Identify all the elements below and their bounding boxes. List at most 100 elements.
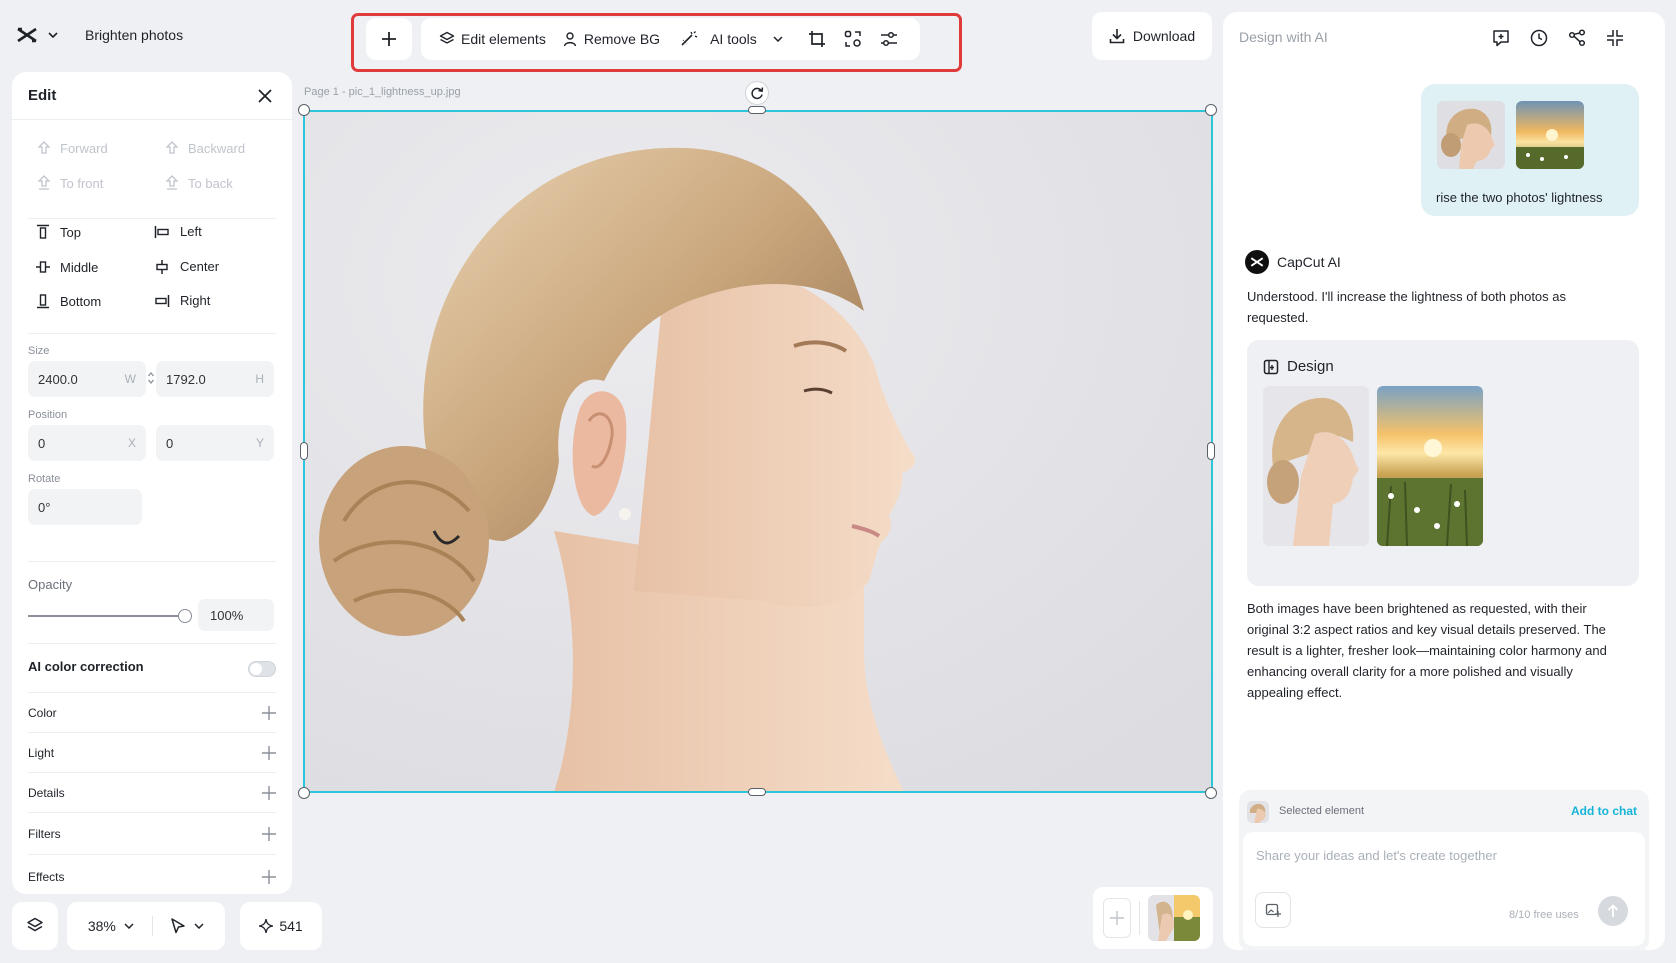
add-image-icon [1265, 902, 1281, 918]
attached-image-portrait[interactable] [1437, 101, 1505, 169]
close-edit-panel-button[interactable] [255, 86, 275, 106]
rotate-handle[interactable] [745, 81, 769, 105]
app-logo[interactable] [16, 20, 72, 50]
capcut-logo-icon [16, 26, 38, 44]
share-nodes-icon [1565, 26, 1589, 50]
resize-handle-bottom-left[interactable] [298, 787, 310, 799]
rotate-field[interactable]: 0° [28, 489, 142, 525]
align-right-button[interactable]: Right [154, 293, 210, 308]
to-front-label: To front [60, 175, 104, 191]
credits-button[interactable]: 541 [240, 902, 322, 950]
backward-label: Backward [188, 140, 246, 156]
send-button[interactable] [1598, 896, 1628, 926]
align-middle-button[interactable]: Middle [36, 259, 98, 275]
credits-count: 541 [279, 918, 303, 934]
lock-ratio-button[interactable] [147, 370, 155, 391]
align-center-button[interactable]: Center [154, 259, 219, 274]
plus-icon [262, 785, 276, 800]
position-y-field[interactable]: 0 Y [156, 425, 274, 461]
resize-handle-bottom-right[interactable] [1205, 787, 1217, 799]
resize-handle-left[interactable] [300, 442, 308, 460]
details-section[interactable]: Details [28, 772, 276, 812]
plus-icon [1110, 911, 1124, 925]
opacity-slider-handle[interactable] [178, 609, 192, 623]
chevron-down-icon [194, 923, 204, 929]
to-front-icon [36, 175, 52, 191]
chat-input[interactable] [1256, 848, 1626, 863]
page-thumbnails [1093, 887, 1213, 949]
attached-image-sunset[interactable] [1516, 101, 1584, 169]
add-page-button[interactable] [1103, 898, 1131, 938]
selected-element-thumbnail [1247, 801, 1269, 823]
light-section-label: Light [28, 745, 55, 760]
height-field[interactable]: 1792.0 H [156, 361, 274, 397]
cursor-pointer-icon [170, 918, 186, 934]
ai-color-correction-toggle[interactable] [248, 661, 276, 677]
design-icon [1263, 359, 1279, 375]
forward-label: Forward [60, 140, 108, 156]
width-field[interactable]: 2400.0 W [28, 361, 146, 397]
opacity-field[interactable]: 100% [198, 599, 274, 631]
height-unit: H [255, 372, 264, 386]
attach-image-button[interactable] [1255, 892, 1291, 928]
align-middle-label: Middle [60, 259, 99, 275]
download-button[interactable]: Download [1092, 12, 1212, 60]
collapse-panel-button[interactable] [1603, 26, 1627, 50]
assistant-name: CapCut AI [1277, 254, 1341, 270]
sparkle-icon [259, 919, 274, 933]
download-label: Download [1132, 28, 1196, 44]
rotate-label: Rotate [28, 473, 61, 485]
resize-handle-bottom[interactable] [748, 788, 766, 796]
align-bottom-icon [36, 293, 50, 309]
light-section[interactable]: Light [28, 732, 276, 772]
capcut-logo-icon [1245, 250, 1269, 274]
page-thumbnail[interactable] [1148, 895, 1200, 941]
to-back-button[interactable]: To back [164, 175, 233, 191]
y-unit: Y [255, 436, 264, 450]
align-left-label: Left [180, 224, 202, 239]
filters-section[interactable]: Filters [28, 812, 276, 854]
assistant-header: CapCut AI [1245, 250, 1341, 274]
result-image-portrait[interactable] [1263, 386, 1369, 546]
align-bottom-label: Bottom [60, 293, 102, 309]
result-image-sunset[interactable] [1377, 386, 1483, 546]
backward-button[interactable]: Backward [164, 140, 245, 156]
effects-section[interactable]: Effects [28, 854, 276, 894]
layer-backward-icon [164, 140, 180, 156]
user-message-bubble: rise the two photos' lightness [1421, 84, 1639, 216]
align-right-icon [154, 294, 170, 308]
color-section[interactable]: Color [28, 692, 276, 732]
resize-handle-top-right[interactable] [1205, 104, 1217, 116]
rotate-value: 0° [38, 499, 51, 515]
zoom-value: 38% [87, 918, 116, 934]
opacity-slider-track[interactable] [28, 615, 185, 617]
align-left-button[interactable]: Left [154, 224, 202, 239]
to-back-label: To back [188, 175, 233, 191]
resize-handle-right[interactable] [1207, 442, 1215, 460]
plus-icon [262, 826, 276, 841]
y-value: 0 [166, 435, 174, 451]
zoom-dropdown[interactable]: 38% [88, 918, 134, 934]
resize-handle-top-left[interactable] [298, 104, 310, 116]
align-top-button[interactable]: Top [36, 224, 81, 240]
arrow-up-icon [1607, 904, 1619, 918]
forward-button[interactable]: Forward [36, 140, 108, 156]
design-with-ai-panel: Design with AI rise the two photos' ligh… [1223, 12, 1665, 950]
position-x-field[interactable]: 0 X [28, 425, 146, 461]
align-bottom-button[interactable]: Bottom [36, 293, 101, 309]
plus-icon [262, 869, 276, 884]
layer-forward-icon [36, 140, 52, 156]
selected-element-label: Selected element [1279, 805, 1364, 817]
layers-button[interactable] [12, 902, 58, 950]
rotate-icon [750, 86, 764, 100]
add-to-chat-link[interactable]: Add to chat [1571, 804, 1637, 818]
new-chat-button[interactable] [1489, 26, 1513, 50]
to-front-button[interactable]: To front [36, 175, 103, 191]
pointer-mode-dropdown[interactable] [170, 918, 204, 934]
clock-icon [1527, 26, 1551, 50]
project-title[interactable]: Brighten photos [85, 27, 183, 43]
plus-icon [262, 745, 276, 760]
share-button[interactable] [1565, 26, 1589, 50]
resize-handle-top[interactable] [748, 106, 766, 114]
history-button[interactable] [1527, 26, 1551, 50]
